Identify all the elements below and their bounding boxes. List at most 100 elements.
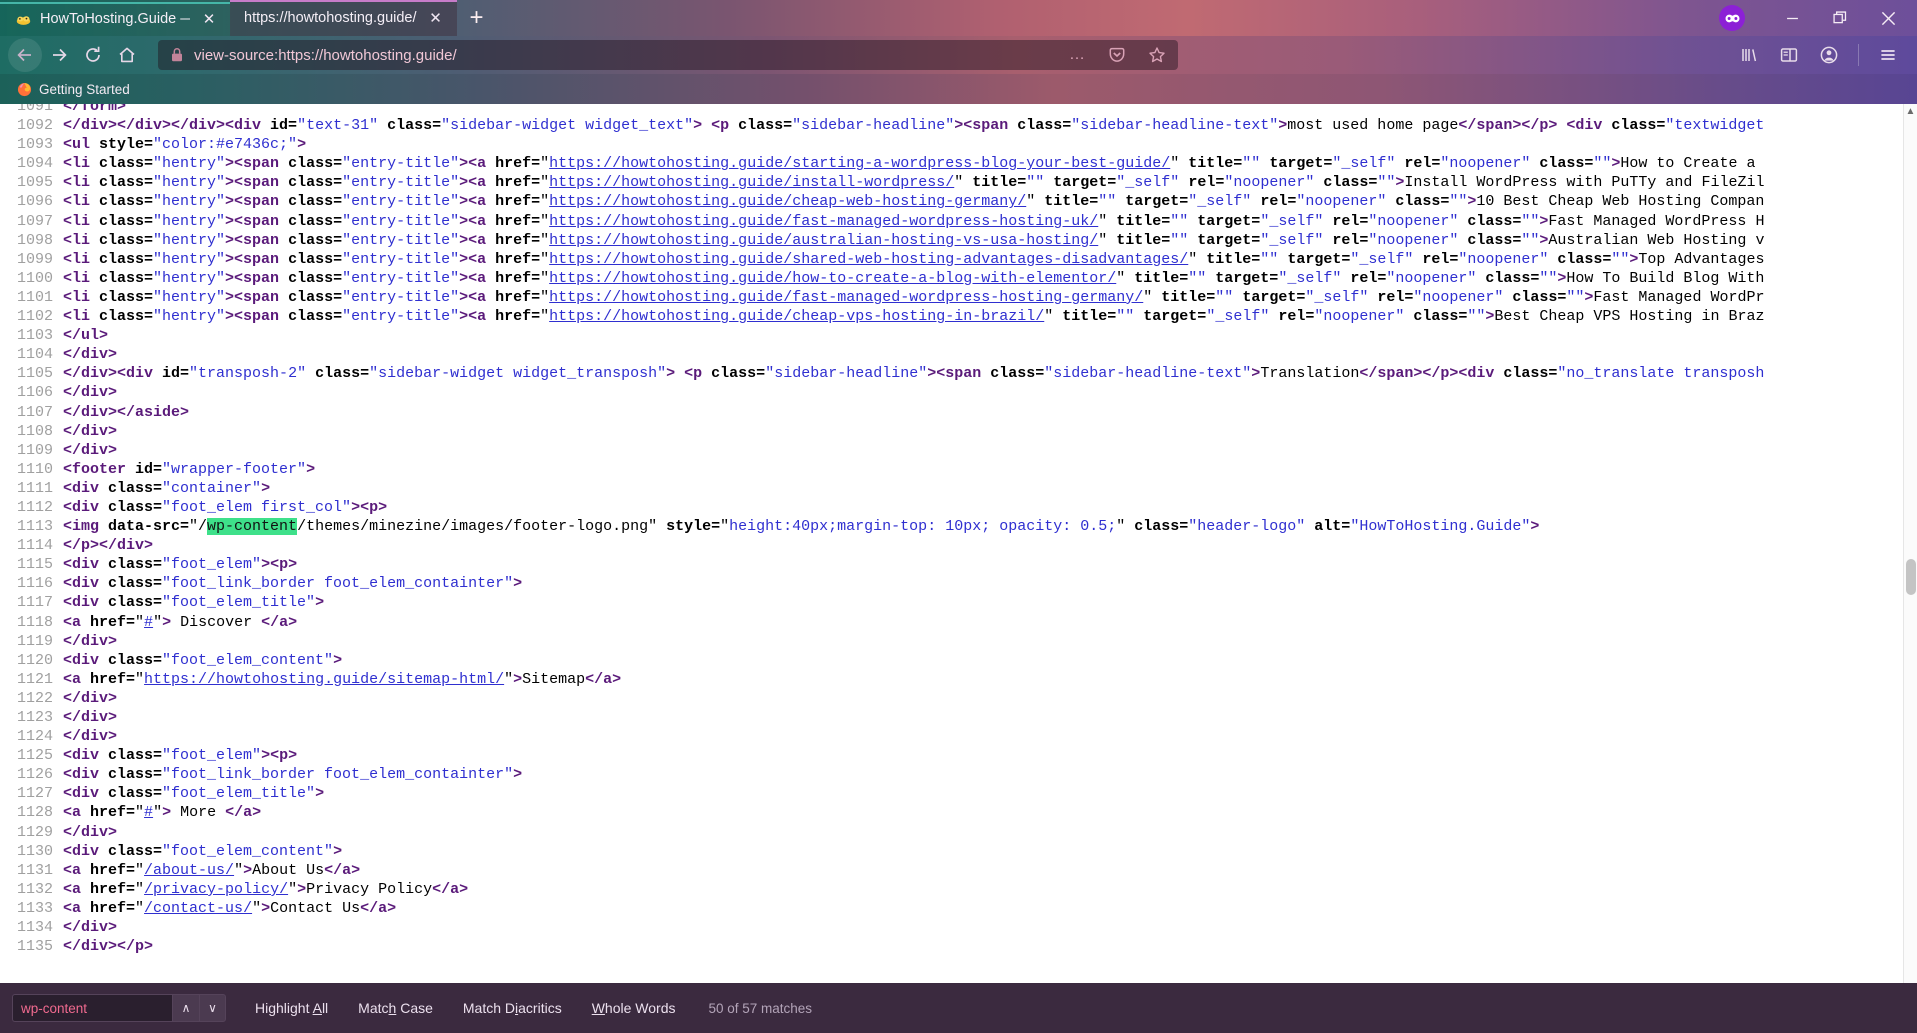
menu-icon[interactable] <box>1871 38 1905 72</box>
source-line: 1116 <div class="foot_link_border foot_el… <box>0 574 1917 593</box>
code-token: ><span <box>225 174 289 192</box>
new-tab-button[interactable]: + <box>457 0 497 36</box>
sidebar-icon[interactable] <box>1772 38 1806 72</box>
code-token: </a> <box>585 670 622 688</box>
find-next-button[interactable]: ∨ <box>199 994 226 1022</box>
highlight-all-toggle[interactable]: Highlight All <box>240 1000 343 1016</box>
code-token[interactable]: # <box>144 614 153 631</box>
window-close-button[interactable] <box>1865 2 1911 34</box>
match-case-toggle[interactable]: Match Case <box>343 1000 448 1016</box>
code-token[interactable]: https://howtohosting.guide/shared-web-ho… <box>549 251 1188 268</box>
code-token[interactable]: https://howtohosting.guide/fast-managed-… <box>549 213 1098 230</box>
source-line: 1101 <li class="hentry"><span class="entr… <box>0 288 1917 307</box>
code-token[interactable]: https://howtohosting.guide/cheap-vps-hos… <box>549 308 1044 325</box>
line-number: 1127 <box>16 785 53 803</box>
back-button-icon[interactable] <box>8 38 42 72</box>
code-token: Sitemap <box>522 670 586 688</box>
code-token[interactable]: https://howtohosting.guide/sitemap-html/ <box>144 671 504 688</box>
code-token: " <box>720 518 730 536</box>
code-token: rel= <box>1413 250 1459 268</box>
code-token: class= <box>108 575 163 593</box>
code-token: class= <box>1548 250 1612 268</box>
code-token: > <box>513 670 523 688</box>
forward-button-icon[interactable] <box>42 38 76 72</box>
code-token: style= <box>657 518 721 536</box>
code-token: class= <box>99 155 154 173</box>
address-bar[interactable]: view-source:https://howtohosting.guide/ … <box>158 40 1178 70</box>
view-source-content[interactable]: 1091 </form> 1092 </div></div></div><div id… <box>0 104 1917 983</box>
window-restore-button[interactable] <box>1817 2 1863 34</box>
code-token[interactable]: https://howtohosting.guide/install-wordp… <box>549 174 954 191</box>
whole-words-toggle[interactable]: Whole Words <box>577 1000 691 1016</box>
page-actions-icon[interactable]: … <box>1062 42 1092 68</box>
code-token: " <box>1098 231 1108 249</box>
reload-button-icon[interactable] <box>76 38 110 72</box>
find-bar: ∧ ∨ Highlight All Match Case Match Diacr… <box>0 983 1917 1033</box>
window-minimize-button[interactable] <box>1769 2 1815 34</box>
code-token: <div <box>63 556 109 574</box>
line-number: 1116 <box>16 575 53 593</box>
line-number: 1120 <box>16 651 53 669</box>
code-token[interactable]: https://howtohosting.guide/fast-managed-… <box>549 289 1143 306</box>
code-token[interactable]: /about-us/ <box>144 862 234 879</box>
code-token[interactable]: https://howtohosting.guide/cheap-web-hos… <box>549 193 1026 210</box>
address-bar-url[interactable]: view-source:https://howtohosting.guide/ <box>194 47 1052 64</box>
tab-close-icon[interactable]: ✕ <box>425 7 447 29</box>
code-token: " <box>153 613 163 631</box>
code-token[interactable]: # <box>144 804 153 821</box>
line-number: 1134 <box>16 919 53 937</box>
code-token: " <box>1170 155 1180 173</box>
line-number: 1114 <box>16 537 53 555</box>
find-previous-button[interactable]: ∧ <box>172 994 199 1022</box>
code-token: " <box>1026 193 1036 211</box>
tab-howtohosting-guide[interactable]: HowToHosting.Guide — Everyt ✕ <box>0 0 230 36</box>
code-token: ><p> <box>261 556 298 574</box>
source-line: 1102 <li class="hentry"><span class="entr… <box>0 307 1917 326</box>
bookmark-star-icon[interactable] <box>1142 42 1172 68</box>
code-token: title= <box>1053 308 1117 326</box>
vertical-scrollbar-thumb[interactable] <box>1906 559 1916 595</box>
account-icon[interactable] <box>1812 38 1846 72</box>
code-token: "HowToHosting.Guide" <box>1350 518 1531 536</box>
source-line: 1093 <ul style="color:#e7436c;"> <box>0 135 1917 154</box>
code-token[interactable]: https://howtohosting.guide/how-to-create… <box>549 270 1116 287</box>
find-input[interactable] <box>12 994 172 1022</box>
code-token: <a <box>63 861 91 879</box>
code-token: title= <box>1197 250 1261 268</box>
line-number: 1107 <box>16 403 53 421</box>
code-token[interactable]: https://howtohosting.guide/starting-a-wo… <box>549 155 1170 172</box>
source-line: 1119 </div> <box>0 632 1917 651</box>
code-token[interactable]: https://howtohosting.guide/australian-ho… <box>549 232 1098 249</box>
scroll-up-arrow-icon[interactable]: ▲ <box>1904 104 1917 118</box>
match-diacritics-toggle[interactable]: Match Diacritics <box>448 1000 577 1016</box>
code-token: </div> <box>63 441 118 459</box>
code-token: "entry-title" <box>342 212 460 230</box>
code-token: <div <box>63 575 109 593</box>
line-number: 1132 <box>16 880 53 898</box>
container-mask-icon[interactable] <box>1719 5 1745 31</box>
tab-view-source[interactable]: https://howtohosting.guide/ ✕ <box>230 0 457 36</box>
vertical-scrollbar[interactable]: ▲ <box>1903 104 1917 983</box>
code-token: "foot_link_border foot_elem_containter" <box>162 766 514 784</box>
code-token: "foot_elem_content" <box>162 842 334 860</box>
code-token: " <box>252 899 262 917</box>
code-token: class= <box>108 747 163 765</box>
code-token: href= <box>495 250 541 268</box>
code-token: "" <box>1215 288 1234 306</box>
line-number: 1093 <box>16 136 53 154</box>
library-icon[interactable] <box>1732 38 1766 72</box>
tab-close-icon[interactable]: ✕ <box>198 8 220 30</box>
code-token: <div <box>63 479 109 497</box>
code-token: ><span <box>927 365 991 383</box>
code-token: class= <box>1017 117 1072 135</box>
home-button-icon[interactable] <box>110 38 144 72</box>
code-token[interactable]: /privacy-policy/ <box>144 881 288 898</box>
code-token: href= <box>495 212 541 230</box>
pocket-icon[interactable] <box>1102 42 1132 68</box>
bookmark-getting-started[interactable]: Getting Started <box>10 79 136 99</box>
code-token: </div></aside> <box>63 403 190 421</box>
code-token: > <box>333 842 343 860</box>
code-token: "noopener" <box>1314 308 1405 326</box>
code-token: class= <box>1125 518 1189 536</box>
code-token[interactable]: /contact-us/ <box>144 900 252 917</box>
